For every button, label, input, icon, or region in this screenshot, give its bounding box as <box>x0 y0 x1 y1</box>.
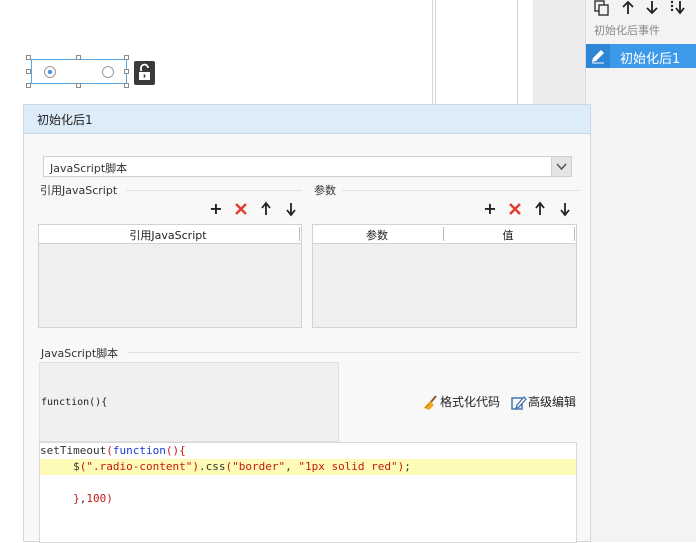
params-delete-button[interactable] <box>507 201 523 217</box>
resize-handle-br[interactable] <box>124 83 129 88</box>
resize-handle-tm[interactable] <box>76 55 81 60</box>
script-section-line <box>127 352 580 353</box>
resize-handle-tl[interactable] <box>26 55 31 60</box>
radio-widget[interactable] <box>31 59 127 84</box>
code-line[interactable] <box>40 475 576 491</box>
params-table-header: 参数 值 <box>313 225 576 244</box>
format-code-button[interactable]: 格式化代码 <box>422 393 500 411</box>
code-line[interactable]: setTimeout(function(){ <box>40 443 576 459</box>
advanced-edit-label: 高级编辑 <box>528 395 577 409</box>
unlock-icon[interactable] <box>134 61 155 85</box>
params-move-down-button[interactable] <box>557 201 573 217</box>
copy-icon[interactable] <box>593 0 611 16</box>
params-section-line <box>342 190 580 191</box>
edit-doc-icon <box>510 395 528 411</box>
radio-option-1[interactable] <box>44 66 56 78</box>
event-item-selected[interactable]: 初始化后1 <box>586 44 696 68</box>
ref-add-button[interactable]: + <box>208 201 224 217</box>
event-section-label: 初始化后事件 <box>594 24 660 37</box>
ref-js-section-label: 引用JavaScript <box>40 184 118 197</box>
ref-delete-button[interactable] <box>233 201 249 217</box>
chevron-down-icon[interactable] <box>551 157 571 176</box>
ref-js-table-header: 引用JavaScript <box>39 225 301 244</box>
advanced-edit-button[interactable]: 高级编辑 <box>510 393 576 411</box>
ref-move-down-button[interactable] <box>283 201 299 217</box>
column-separator <box>299 227 300 241</box>
value-column-header[interactable]: 值 <box>444 227 572 243</box>
ref-js-column-header[interactable]: 引用JavaScript <box>39 227 297 243</box>
ref-js-table[interactable]: 引用JavaScript <box>38 224 302 328</box>
radio-option-2[interactable] <box>102 66 114 78</box>
resize-handle-bm[interactable] <box>76 83 81 88</box>
function-header: function(){ <box>41 397 108 408</box>
params-move-up-button[interactable] <box>532 201 548 217</box>
dialog-title-bar: 初始化后1 <box>24 105 590 134</box>
code-line-highlighted[interactable]: $(".radio-content").css("border", "1px s… <box>40 459 576 475</box>
ref-move-up-button[interactable] <box>258 201 274 217</box>
script-type-value: JavaScript脚本 <box>50 162 128 175</box>
code-line[interactable]: },100) <box>40 491 576 507</box>
radio-selected-dot <box>48 70 52 74</box>
event-item-label: 初始化后1 <box>620 52 681 67</box>
right-panel: 初始化后事件 初始化后1 <box>585 0 696 542</box>
canvas-divider-right <box>435 0 436 104</box>
script-dialog: 初始化后1 JavaScript脚本 引用JavaScript 参数 + + 引… <box>23 104 591 543</box>
arrow-up-icon[interactable] <box>619 0 637 16</box>
broom-icon <box>422 394 440 411</box>
edit-pencil-icon[interactable] <box>586 44 610 68</box>
script-type-select[interactable]: JavaScript脚本 <box>43 156 572 177</box>
column-separator <box>574 227 575 241</box>
params-table[interactable]: 参数 值 <box>312 224 577 328</box>
move-bottom-icon[interactable] <box>669 0 687 16</box>
params-section-label: 参数 <box>314 184 336 197</box>
arrow-down-icon[interactable] <box>643 0 661 16</box>
canvas-divider-left <box>432 0 433 104</box>
param-column-header[interactable]: 参数 <box>313 227 441 243</box>
resize-handle-bl[interactable] <box>26 83 31 88</box>
function-header-box: function(){ <box>39 362 339 442</box>
params-add-button[interactable]: + <box>482 201 498 217</box>
script-section-label: JavaScript脚本 <box>41 347 119 360</box>
resize-handle-mr[interactable] <box>124 69 129 74</box>
ref-js-section-line <box>126 190 302 191</box>
canvas-divider-2 <box>517 0 518 104</box>
resize-handle-ml[interactable] <box>26 69 31 74</box>
format-code-label: 格式化代码 <box>440 395 501 409</box>
canvas-gray-column <box>533 0 585 104</box>
code-editor[interactable]: setTimeout(function(){ $(".radio-content… <box>39 442 577 543</box>
dialog-title: 初始化后1 <box>37 113 93 127</box>
resize-handle-tr[interactable] <box>124 55 129 60</box>
